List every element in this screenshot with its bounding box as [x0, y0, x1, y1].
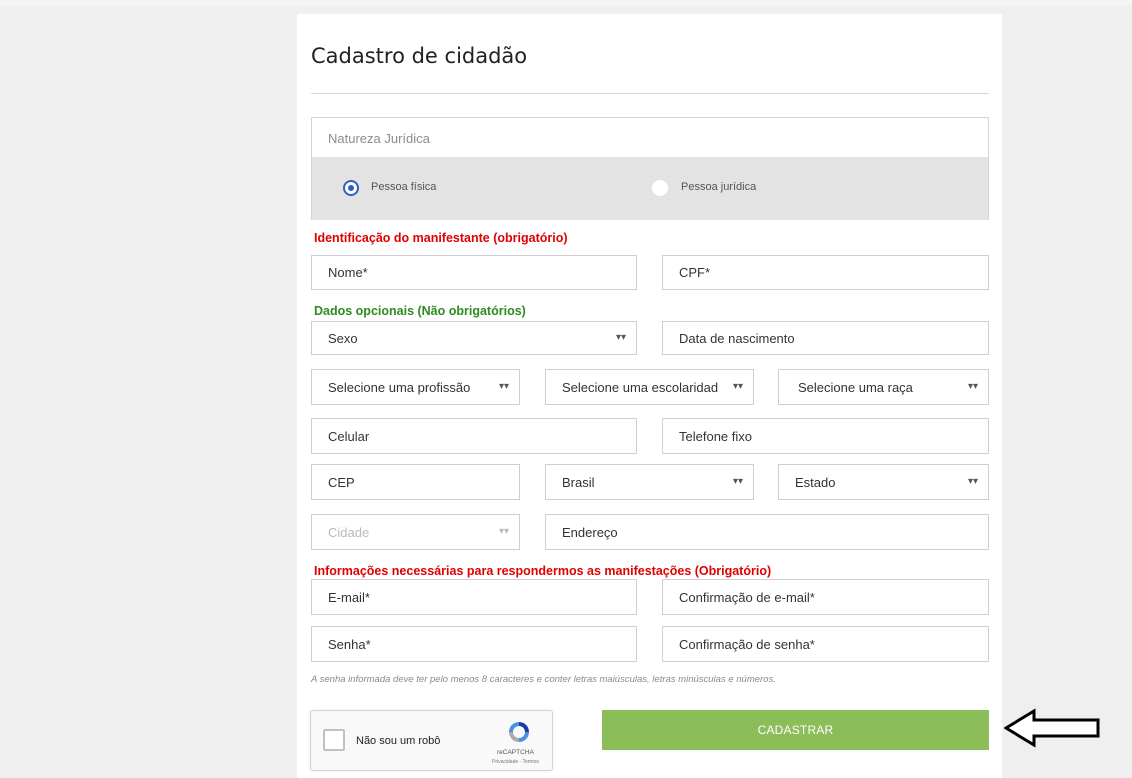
section-identificacao: Identificação do manifestante (obrigatór… [314, 231, 568, 245]
senha-input[interactable]: Senha* [311, 626, 637, 662]
recaptcha-label: Não sou um robô [356, 735, 441, 747]
cpf-input[interactable]: CPF* [662, 255, 989, 290]
radio-pessoa-fisica-label[interactable]: Pessoa física [371, 181, 436, 193]
chevron-down-icon: ▾▾ [615, 332, 626, 343]
nome-input[interactable]: Nome* [311, 255, 637, 290]
raca-select[interactable]: Selecione uma raça ▾▾ [778, 369, 989, 405]
telefone-fixo-input[interactable]: Telefone fixo [662, 418, 989, 454]
password-hint: A senha informada deve ter pelo menos 8 … [311, 674, 776, 685]
cidade-select[interactable]: Cidade ▾▾ [311, 514, 520, 550]
celular-input[interactable]: Celular [311, 418, 637, 454]
radio-pessoa-juridica-label[interactable]: Pessoa jurídica [681, 181, 756, 193]
data-nascimento-input[interactable]: Data de nascimento [662, 321, 989, 355]
chevron-down-icon: ▾▾ [732, 381, 743, 392]
recaptcha-brand: reCAPTCHA [497, 749, 534, 756]
cadastrar-button[interactable]: CADASTRAR [602, 710, 989, 750]
confirmacao-email-input[interactable]: Confirmação de e-mail* [662, 579, 989, 615]
natureza-options-band: Pessoa física Pessoa jurídica [312, 157, 988, 220]
sexo-select[interactable]: Sexo ▾▾ [311, 321, 637, 355]
endereco-input[interactable]: Endereço [545, 514, 989, 550]
estado-select[interactable]: Estado ▾▾ [778, 464, 989, 500]
arrow-left-icon [1004, 708, 1100, 748]
natureza-juridica-group: Natureza Jurídica Pessoa física Pessoa j… [311, 117, 989, 220]
form-card: Cadastro de cidadão Natureza Jurídica Pe… [297, 14, 1002, 778]
recaptcha-links[interactable]: Privacidade - Termos [492, 759, 539, 765]
chevron-down-icon: ▾▾ [967, 381, 978, 392]
email-input[interactable]: E-mail* [311, 579, 637, 615]
pais-select[interactable]: Brasil ▾▾ [545, 464, 754, 500]
section-opcionais: Dados opcionais (Não obrigatórios) [314, 304, 526, 318]
chevron-down-icon: ▾▾ [498, 526, 509, 537]
section-necessarias: Informações necessárias para respondermo… [314, 564, 772, 578]
page-title: Cadastro de cidadão [311, 44, 528, 68]
natureza-juridica-label: Natureza Jurídica [328, 131, 430, 146]
top-bar [0, 0, 1132, 6]
confirmacao-senha-input[interactable]: Confirmação de senha* [662, 626, 989, 662]
profissao-select[interactable]: Selecione uma profissão ▾▾ [311, 369, 520, 405]
chevron-down-icon: ▾▾ [732, 476, 743, 487]
title-divider [311, 93, 989, 94]
chevron-down-icon: ▾▾ [967, 476, 978, 487]
chevron-down-icon: ▾▾ [498, 381, 509, 392]
recaptcha-logo-icon [509, 722, 529, 742]
recaptcha-widget: Não sou um robô reCAPTCHA Privacidade - … [310, 710, 553, 771]
recaptcha-checkbox[interactable] [323, 729, 345, 751]
escolaridade-select[interactable]: Selecione uma escolaridad ▾▾ [545, 369, 754, 405]
radio-pessoa-juridica[interactable] [652, 180, 668, 196]
radio-pessoa-fisica[interactable] [343, 180, 359, 196]
cep-input[interactable]: CEP [311, 464, 520, 500]
